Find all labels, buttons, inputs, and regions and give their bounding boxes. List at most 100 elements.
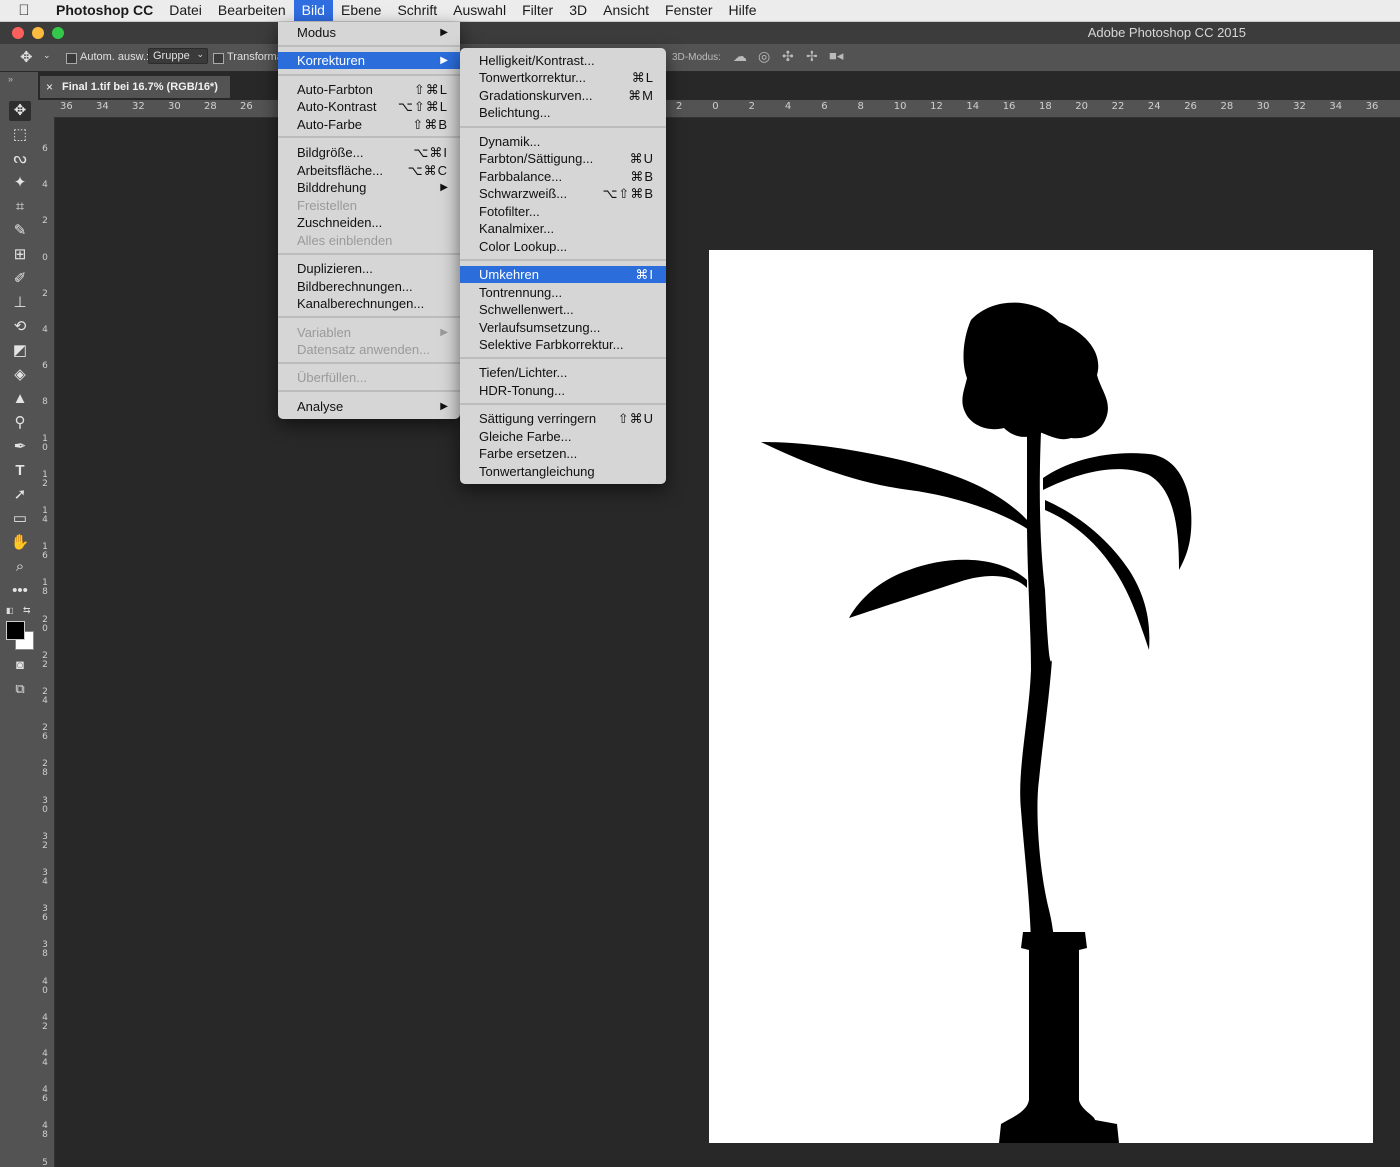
auto-select-dropdown[interactable]: Gruppe ⌄ [148, 48, 208, 64]
marquee-tool-icon[interactable]: ⬚ [9, 125, 31, 145]
ruler-label: 16 [1002, 101, 1016, 112]
eyedropper-tool-icon[interactable]: ✎ [9, 221, 31, 241]
menu-item-gleiche-farbe[interactable]: Gleiche Farbe... [460, 428, 666, 445]
3d-orbit-icon[interactable]: ☁ [733, 48, 747, 65]
3d-scale-icon[interactable]: ■◂ [829, 48, 843, 64]
close-tab-icon[interactable]: × [46, 76, 53, 98]
menu-item-tonwertangleichung[interactable]: Tonwertangleichung [460, 463, 666, 480]
menu-item-duplizieren[interactable]: Duplizieren... [278, 260, 460, 277]
menu-item-kanalmixer[interactable]: Kanalmixer... [460, 220, 666, 237]
3d-roll-icon[interactable]: ◎ [758, 48, 770, 65]
brush-tool-icon[interactable]: ✐ [9, 269, 31, 289]
menu-item-auto-kontrast[interactable]: Auto-Kontrast ⌥⇧⌘L [278, 98, 460, 115]
more-tools-icon[interactable]: ••• [9, 581, 31, 601]
menu-bild[interactable]: Bild [293, 0, 333, 21]
healing-brush-tool-icon[interactable]: ⊞ [9, 245, 31, 265]
menu-item-verlaufsumsetzung[interactable]: Verlaufsumsetzung... [460, 319, 666, 336]
apple-icon[interactable]:  [0, 2, 48, 19]
menu-hilfe[interactable]: Hilfe [721, 0, 765, 21]
menu-item-fotofilter[interactable]: Fotofilter... [460, 203, 666, 220]
menu-item-analyse[interactable]: Analyse ▶ [278, 398, 460, 415]
zoom-window-button[interactable] [52, 27, 64, 39]
ruler-label: 6 [42, 361, 48, 372]
hand-tool-icon[interactable]: ✋ [9, 533, 31, 553]
document-tab[interactable]: × Final 1.tif bei 16.7% (RGB/16*) [40, 76, 230, 98]
menu-item-color-lookup[interactable]: Color Lookup... [460, 238, 666, 255]
move-tool-icon[interactable]: ✥ [9, 101, 31, 121]
screen-mode-icon[interactable]: ⧉ [9, 679, 31, 699]
menu-schrift[interactable]: Schrift [389, 0, 445, 21]
vertical-ruler[interactable]: 6420246810121416182022242628303234363840… [38, 117, 55, 1167]
transform-controls-checkbox[interactable] [213, 52, 224, 64]
menu-item-tonwertkorrektur[interactable]: Tonwertkorrektur... ⌘L [460, 69, 666, 86]
path-selection-tool-icon[interactable]: ➚ [9, 485, 31, 505]
eraser-tool-icon[interactable]: ◩ [9, 341, 31, 361]
menu-item-modus[interactable]: Modus ▶ [278, 24, 460, 41]
default-colors-icon[interactable]: ◧ [6, 606, 14, 615]
menu-item-bildgroesse[interactable]: Bildgröße... ⌥⌘I [278, 144, 460, 161]
paint-bucket-tool-icon[interactable]: ◈ [9, 365, 31, 385]
menu-item-arbeitsflaeche[interactable]: Arbeitsfläche... ⌥⌘C [278, 162, 460, 179]
3d-pan-icon[interactable]: ✣ [782, 48, 794, 65]
menu-item-farbton-saettigung[interactable]: Farbton/Sättigung... ⌘U [460, 150, 666, 167]
history-brush-tool-icon[interactable]: ⟲ [9, 317, 31, 337]
dodge-tool-icon[interactable]: ⚲ [9, 413, 31, 433]
quick-mask-icon[interactable]: ◙ [9, 655, 31, 675]
menu-item-shortcut: ⌘B [630, 169, 654, 184]
menu-bearbeiten[interactable]: Bearbeiten [210, 0, 294, 21]
menu-item-saettigung-verringern[interactable]: Sättigung verringern ⇧⌘U [460, 410, 666, 427]
magic-wand-tool-icon[interactable]: ✦ [9, 173, 31, 193]
menu-item-auto-farbe[interactable]: Auto-Farbe ⇧⌘B [278, 116, 460, 133]
menu-item-umkehren[interactable]: Umkehren ⌘I [460, 266, 666, 283]
ruler-label: 28 [1220, 101, 1234, 112]
menu-item-schwarzweiss[interactable]: Schwarzweiß... ⌥⇧⌘B [460, 185, 666, 202]
menu-item-schwellenwert[interactable]: Schwellenwert... [460, 301, 666, 318]
menu-item-bildberechnungen[interactable]: Bildberechnungen... [278, 278, 460, 295]
close-window-button[interactable] [12, 27, 24, 39]
menu-item-belichtung[interactable]: Belichtung... [460, 104, 666, 121]
menu-auswahl[interactable]: Auswahl [445, 0, 514, 21]
menu-item-tontrennung[interactable]: Tontrennung... [460, 284, 666, 301]
menu-ebene[interactable]: Ebene [333, 0, 389, 21]
menu-item-kanalberechnungen[interactable]: Kanalberechnungen... [278, 295, 460, 312]
menu-item-auto-farbton[interactable]: Auto-Farbton ⇧⌘L [278, 81, 460, 98]
menu-filter[interactable]: Filter [514, 0, 561, 21]
ruler-label: 36 [1365, 101, 1379, 112]
clone-stamp-tool-icon[interactable]: ⊥ [9, 293, 31, 313]
pen-tool-icon[interactable]: ✒ [9, 437, 31, 457]
menu-item-korrekturen[interactable]: Korrekturen ▶ [278, 52, 460, 69]
minimize-window-button[interactable] [32, 27, 44, 39]
menu-item-helligkeit-kontrast[interactable]: Helligkeit/Kontrast... [460, 52, 666, 69]
rectangle-tool-icon[interactable]: ▭ [9, 509, 31, 529]
menu-item-farbbalance[interactable]: Farbbalance... ⌘B [460, 168, 666, 185]
menu-photoshop[interactable]: Photoshop CC [48, 0, 161, 21]
menu-item-hdr-tonung[interactable]: HDR-Tonung... [460, 382, 666, 399]
collapse-panel-icon[interactable]: » [8, 74, 13, 84]
menu-item-tiefen-lichter[interactable]: Tiefen/Lichter... [460, 364, 666, 381]
zoom-tool-icon[interactable]: ⌕ [9, 557, 31, 577]
canvas-image[interactable] [709, 250, 1373, 1143]
type-tool-icon[interactable]: T [9, 461, 31, 481]
menu-item-gradationskurven[interactable]: Gradationskurven... ⌘M [460, 87, 666, 104]
foreground-color-swatch[interactable] [6, 621, 25, 640]
3d-slide-icon[interactable]: ✢ [806, 48, 818, 65]
menu-item-shortcut: ⌘M [628, 88, 654, 103]
menu-item-dynamik[interactable]: Dynamik... [460, 133, 666, 150]
auto-select-checkbox[interactable] [66, 52, 77, 64]
menu-item-selektive-farbkorrektur[interactable]: Selektive Farbkorrektur... [460, 336, 666, 353]
swap-colors-icon[interactable]: ⇆ [23, 605, 31, 616]
lasso-tool-icon[interactable]: ᔓ [9, 149, 31, 169]
menu-item-zuschneiden[interactable]: Zuschneiden... [278, 214, 460, 231]
ruler-label: 32 [132, 101, 145, 112]
blur-tool-icon[interactable]: ▲ [9, 389, 31, 409]
crop-tool-icon[interactable]: ⌗ [9, 197, 31, 217]
menu-item-farbe-ersetzen[interactable]: Farbe ersetzen... [460, 445, 666, 462]
chevron-down-icon[interactable]: ⌄ [43, 50, 51, 61]
move-tool-icon[interactable]: ✥ [20, 48, 33, 66]
menu-3d[interactable]: 3D [561, 0, 595, 21]
menu-item-bilddrehung[interactable]: Bilddrehung ▶ [278, 179, 460, 196]
menu-fenster[interactable]: Fenster [657, 0, 720, 21]
menu-datei[interactable]: Datei [161, 0, 210, 21]
menu-ansicht[interactable]: Ansicht [595, 0, 657, 21]
horizontal-ruler[interactable]: 36 34 32 30 28 26 2 0 2 4 6 8 10 12 14 16 18 20 22 24 26 28 30… [38, 100, 1400, 118]
